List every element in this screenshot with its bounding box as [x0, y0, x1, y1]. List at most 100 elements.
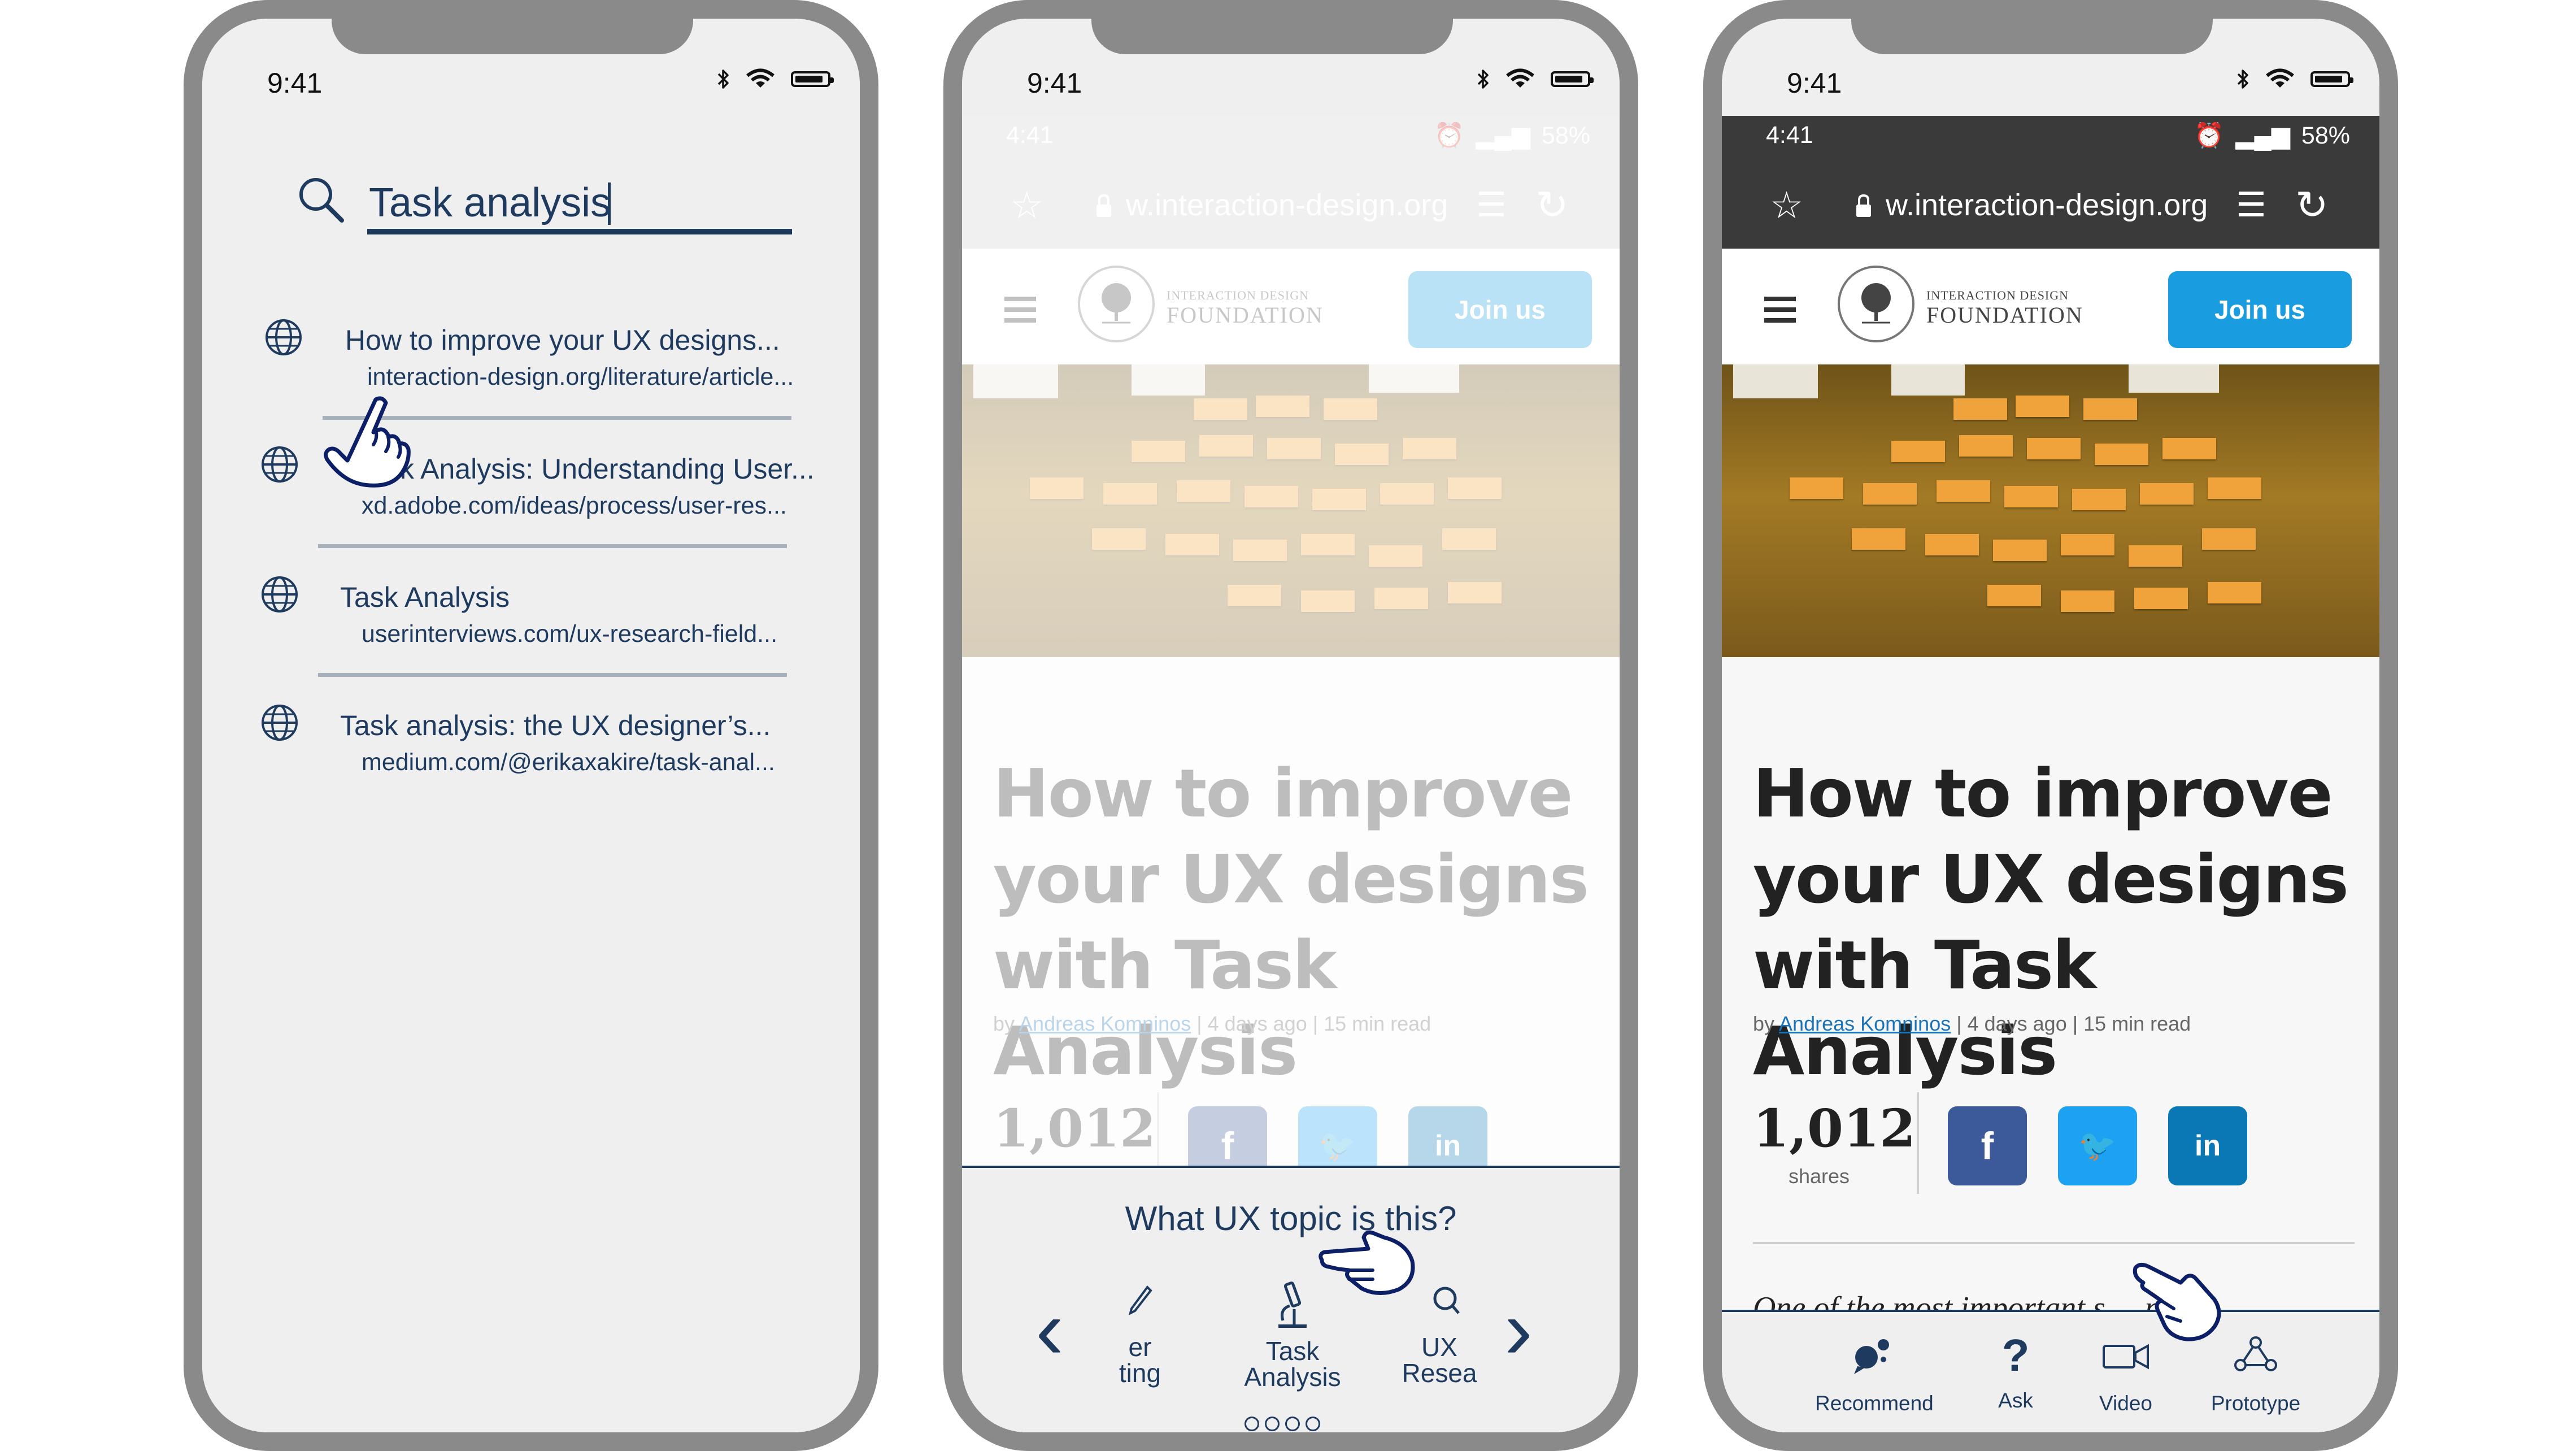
twitter-icon: 🐦 [2078, 1128, 2117, 1163]
bluetooth-icon [1477, 69, 1489, 89]
nav-video[interactable]: Video [2083, 1335, 2168, 1415]
nav-recommend[interactable]: Recommend [1815, 1335, 1934, 1415]
article-meta: | 4 days ago | 15 min read [1956, 1012, 2191, 1035]
signal-icon: ▂▄▆ [2235, 122, 2290, 149]
topic-label: Resea [1402, 1358, 1477, 1386]
topic-label: er [1128, 1332, 1152, 1362]
globe-icon [262, 446, 298, 483]
tap-hand-icon [1319, 1230, 1415, 1296]
android-time: 4:41 [1766, 121, 1813, 149]
shares-label: shares [1789, 1165, 1850, 1188]
search-underline [367, 229, 792, 234]
wifi-icon [1506, 68, 1534, 88]
android-status-bar: 4:41 ⏰ ▂▄▆ 58% [1722, 116, 2379, 158]
menu-icon[interactable] [1764, 297, 1796, 329]
status-time: 9:41 [1787, 67, 1842, 99]
question-icon: ? [2001, 1330, 2030, 1380]
android-status-icons: ⏰ ▂▄▆ 58% [2194, 121, 2350, 150]
browser-screen: 9:41 4:41 ⏰ ▂▄▆ 58% ☆ w.interaction-desi… [1722, 19, 2379, 1432]
alarm-icon: ⏰ [2194, 122, 2225, 149]
bookmark-star-icon[interactable]: ☆ [1770, 184, 1803, 227]
nav-label: Video [2099, 1392, 2152, 1415]
phone-article: 9:41 4:41 ⏰ ▂▄▆ 58% ☆ w.interaction-desi… [1703, 0, 2398, 1451]
search-screen: 9:41 Task analysis How to improve your U… [202, 19, 860, 1432]
nav-ask[interactable]: ? Ask [1982, 1330, 2050, 1413]
topic-item-writing[interactable]: er ting [1098, 1284, 1182, 1386]
author-link[interactable]: Andreas Komninos [1779, 1012, 1951, 1035]
topic-question: What UX topic is this? [1125, 1200, 1457, 1237]
facebook-share-button[interactable]: f [1948, 1106, 2027, 1185]
site-logo[interactable]: INTERACTION DESIGN FOUNDATION [1926, 288, 2083, 328]
dim-overlay [962, 116, 1620, 1166]
browser-screen-dimmed: 9:41 4:41 ⏰ ▂▄▆ 58% ☆ w.interaction-desi… [962, 19, 1620, 1432]
result-title: Task analysis: the UX designer’s... [340, 710, 771, 741]
pagination-dots [1245, 1417, 1320, 1431]
bluetooth-icon [717, 69, 729, 89]
phone-search: 9:41 Task analysis How to improve your U… [184, 0, 878, 1451]
result-divider [318, 544, 787, 548]
page-dot[interactable] [1285, 1417, 1300, 1431]
linkedin-icon: in [2194, 1129, 2221, 1162]
hero-image [1722, 364, 2379, 657]
logo-big-text: FOUNDATION [1926, 302, 2083, 328]
wifi-icon [2266, 68, 2294, 88]
bluetooth-icon [2237, 69, 2248, 89]
nav-label: Recommend [1815, 1392, 1934, 1415]
shares-count: 1,012 [1753, 1098, 1916, 1159]
twitter-share-button[interactable]: 🐦 [2058, 1106, 2137, 1185]
topic-label: Task [1265, 1336, 1320, 1366]
byline-prefix: by [1753, 1012, 1775, 1035]
globe-icon [262, 576, 298, 612]
microscope-icon [1278, 1281, 1307, 1328]
result-url: xd.adobe.com/ideas/process/user-res... [362, 492, 787, 519]
status-icons [1477, 68, 1594, 90]
facebook-icon: f [1981, 1124, 1994, 1167]
search-icon [299, 178, 344, 223]
battery-icon [2310, 71, 2353, 87]
result-title: Task Analysis [340, 581, 510, 613]
status-icons [717, 68, 834, 90]
linkedin-share-button[interactable]: in [2168, 1106, 2247, 1185]
nav-prototype[interactable]: Prototype [2199, 1335, 2312, 1415]
prev-arrow-icon[interactable]: ‹ [1035, 1287, 1064, 1371]
topic-label: ting [1119, 1358, 1161, 1388]
result-divider [318, 673, 787, 677]
page-dot[interactable] [1245, 1417, 1259, 1431]
reader-mode-icon[interactable]: ☰ [2236, 185, 2266, 225]
join-button[interactable]: Join us [2168, 271, 2352, 348]
topic-picker-panel: What UX topic is this? ‹ › er ting Task … [962, 1166, 1620, 1432]
text-cursor [608, 183, 611, 225]
bottom-nav: Recommend ? Ask Video Prototype [1722, 1310, 2379, 1432]
lock-icon [1856, 194, 1871, 217]
nav-label: Prototype [2211, 1392, 2301, 1415]
globe-icon [266, 319, 302, 355]
battery-percent: 58% [2301, 121, 2350, 149]
reload-icon[interactable]: ↻ [2295, 182, 2329, 228]
battery-icon [791, 71, 834, 87]
shares-divider [1917, 1092, 1919, 1194]
url-text[interactable]: w.interaction-design.org [1886, 188, 2208, 223]
result-url: userinterviews.com/ux-research-field... [362, 620, 778, 648]
site-header: INTERACTION DESIGN FOUNDATION Join us [1722, 249, 2379, 364]
result-url: medium.com/@erikaxakire/task-anal... [362, 749, 775, 776]
page-dot[interactable] [1306, 1417, 1320, 1431]
phone-topic-picker: 9:41 4:41 ⏰ ▂▄▆ 58% ☆ w.interaction-desi… [943, 0, 1638, 1451]
result-title: k Analysis: Understanding User... [400, 453, 815, 485]
browser-url-bar: ☆ w.interaction-design.org ☰ ↻ [1722, 158, 2379, 249]
page-dot[interactable] [1265, 1417, 1280, 1431]
logo-small-text: INTERACTION DESIGN [1926, 288, 2069, 302]
status-icons [2237, 68, 2353, 90]
wifi-icon [746, 68, 774, 88]
globe-icon [262, 705, 298, 741]
search-input[interactable]: Task analysis [369, 180, 611, 226]
status-time: 9:41 [267, 67, 323, 99]
next-arrow-icon[interactable]: › [1504, 1287, 1533, 1371]
topic-label: UX [1421, 1332, 1457, 1362]
tap-hand-icon [324, 396, 411, 488]
result-title: How to improve your UX designs... [345, 324, 780, 356]
article-byline: by Andreas Komninos | 4 days ago | 15 mi… [1753, 1012, 2191, 1036]
recommend-icon [1854, 1339, 1889, 1374]
phone-notch [1851, 0, 2213, 54]
nav-label: Ask [1998, 1389, 2033, 1412]
magnifier-icon [1433, 1287, 1460, 1314]
